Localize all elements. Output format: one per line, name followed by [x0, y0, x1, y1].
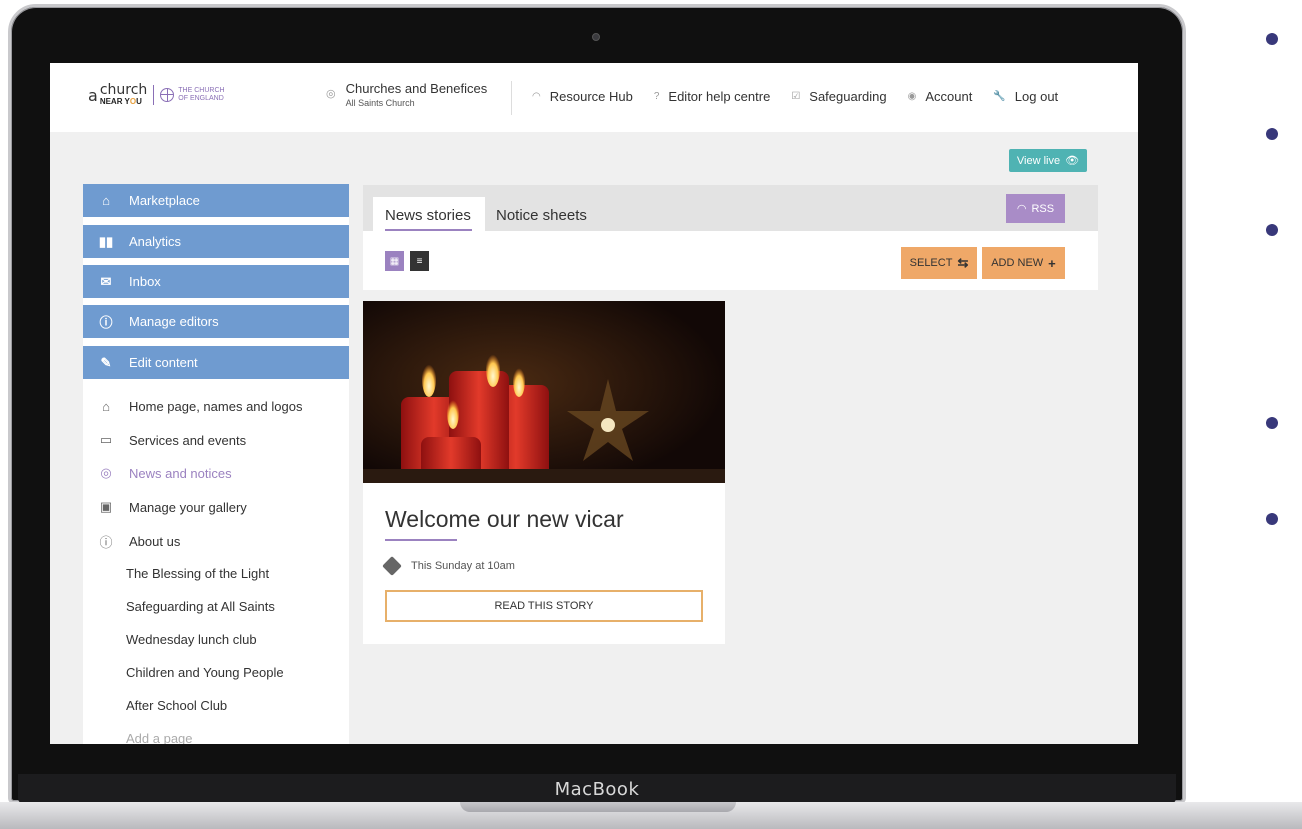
camera-icon: [592, 33, 600, 41]
rss-icon: ◎: [100, 465, 112, 480]
help-icon: ?: [653, 91, 660, 102]
sidebar-link-news[interactable]: ◎ News and notices: [97, 465, 231, 481]
story-title[interactable]: Welcome our new vicar: [385, 506, 624, 533]
nav-account[interactable]: ◉ Account: [908, 89, 973, 104]
churches-selector[interactable]: ◎ Churches and Benefices All Saints Chur…: [326, 81, 487, 108]
basket-icon: ⌂: [102, 193, 110, 208]
view-live-button[interactable]: View live 👁: [1009, 149, 1087, 172]
plus-icon: +: [1048, 255, 1056, 271]
sidebar-subpage[interactable]: Safeguarding at All Saints: [126, 599, 275, 614]
story-title-underline: [385, 539, 457, 541]
tab-news-stories[interactable]: News stories: [373, 197, 485, 231]
device-brand: MacBook: [554, 779, 640, 800]
eye-icon: 👁: [1065, 155, 1080, 167]
bullet-icon: [1266, 33, 1278, 45]
info-icon: ⓘ: [99, 535, 113, 550]
grid-view-icon[interactable]: ▦: [385, 251, 404, 271]
bullet-icon: [1266, 128, 1278, 140]
bar-chart-icon: ▮▮: [98, 233, 114, 249]
sidebar-item-marketplace[interactable]: ⌂ Marketplace: [83, 184, 349, 217]
laptop-notch: [460, 802, 736, 812]
account-icon: ◉: [907, 91, 917, 102]
sidebar-item-analytics[interactable]: ▮▮ Analytics: [83, 225, 349, 258]
sidebar-item-inbox[interactable]: ✉ Inbox: [83, 265, 349, 298]
tab-bar: News stories Notice sheets ◠ RSS: [363, 185, 1098, 231]
envelope-icon: ✉: [100, 273, 112, 289]
church-name: All Saints Church: [345, 98, 415, 108]
sidebar-subpage[interactable]: Children and Young People: [126, 665, 284, 680]
rss-icon: ◠: [532, 91, 541, 102]
story-card: Welcome our new vicar This Sunday at 10a…: [363, 301, 725, 644]
bullet-icon: [1266, 513, 1278, 525]
screen: a church NEAR YOU THE CHURCH OF ENGLAND …: [50, 63, 1138, 744]
add-page-link[interactable]: Add a page: [126, 731, 193, 744]
sidebar-link-about[interactable]: ⓘ About us: [97, 532, 180, 551]
home-icon: ⌂: [102, 399, 110, 414]
sidebar-link-home[interactable]: ⌂ Home page, names and logos: [97, 399, 302, 414]
gallery-icon: ▣: [99, 499, 113, 514]
story-meta: This Sunday at 10am: [382, 556, 515, 576]
select-icon: ⇆: [957, 255, 969, 270]
rss-button[interactable]: ◠ RSS: [1006, 194, 1065, 223]
sidebar-subpage[interactable]: The Blessing of the Light: [126, 566, 269, 581]
story-image[interactable]: [363, 301, 725, 483]
nav-safeguarding[interactable]: ☑ Safeguarding: [791, 89, 886, 104]
user-circle-icon: ⓘ: [99, 315, 113, 330]
diamond-icon: [382, 556, 402, 576]
nav-editor-help[interactable]: ? Editor help centre: [654, 89, 770, 104]
sidebar-link-gallery[interactable]: ▣ Manage your gallery: [97, 499, 247, 515]
target-icon: ◎: [326, 88, 336, 100]
checkbox-icon: ☑: [791, 91, 801, 102]
calendar-icon: ▭: [99, 432, 113, 447]
sidebar-subpage[interactable]: Wednesday lunch club: [126, 632, 257, 647]
sidebar-item-edit-content[interactable]: ✎ Edit content: [83, 346, 349, 379]
key-icon: 🔧: [993, 91, 1006, 102]
sidebar: ⌂ Marketplace ▮▮ Analytics ✉ Inbox ⓘ Man…: [83, 184, 349, 744]
add-new-button[interactable]: ADD NEW +: [982, 247, 1065, 279]
site-logo[interactable]: a church NEAR YOU THE CHURCH OF ENGLAND: [88, 83, 225, 107]
nav-logout[interactable]: 🔧 Log out: [993, 89, 1058, 104]
toolbar: ▦ ≡ SELECT ⇆ ADD NEW +: [363, 231, 1098, 290]
sidebar-item-manage-editors[interactable]: ⓘ Manage editors: [83, 305, 349, 338]
top-nav-links: ◠ Resource Hub ? Editor help centre ☑ Sa…: [532, 89, 1058, 104]
pencil-icon: ✎: [100, 354, 112, 370]
nav-divider: [511, 81, 512, 115]
nav-resource-hub[interactable]: ◠ Resource Hub: [532, 89, 633, 104]
cross-icon: [160, 88, 175, 102]
list-view-icon[interactable]: ≡: [410, 251, 429, 271]
sidebar-subpage[interactable]: After School Club: [126, 698, 227, 713]
read-story-button[interactable]: READ THIS STORY: [385, 590, 703, 622]
tab-notice-sheets[interactable]: Notice sheets: [496, 207, 587, 224]
rss-icon: ◠: [1016, 203, 1027, 215]
bullet-icon: [1266, 224, 1278, 236]
sidebar-link-services[interactable]: ▭ Services and events: [97, 432, 246, 448]
select-button[interactable]: SELECT ⇆: [901, 247, 977, 279]
top-navbar: a church NEAR YOU THE CHURCH OF ENGLAND …: [50, 63, 1138, 132]
bullet-icon: [1266, 417, 1278, 429]
churches-title: Churches and Benefices: [345, 81, 488, 96]
